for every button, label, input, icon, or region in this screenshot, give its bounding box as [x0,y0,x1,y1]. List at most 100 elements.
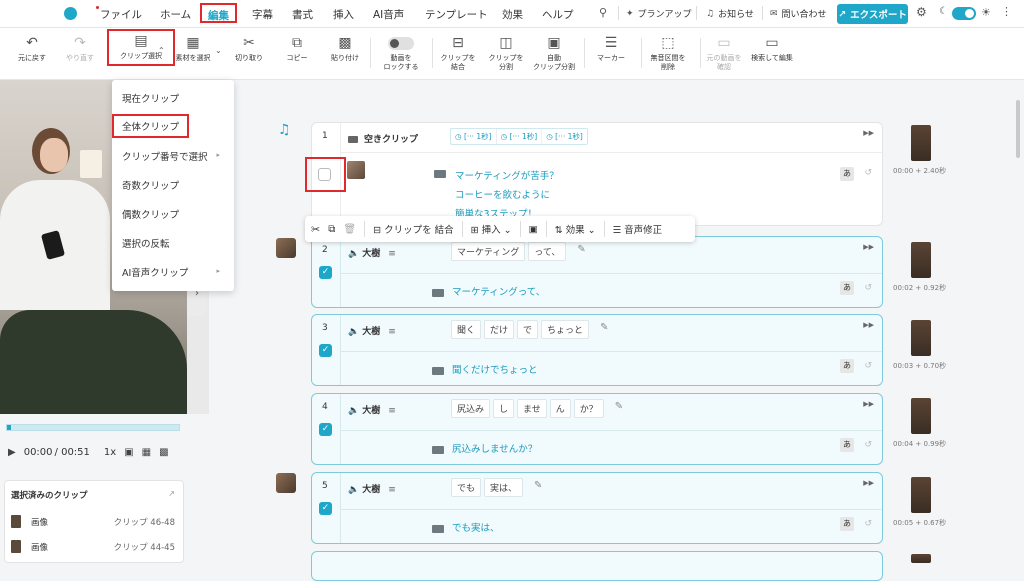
merge-clip-button[interactable]: ⊟ クリップを 結合 [373,222,454,236]
account-icon[interactable] [64,7,77,20]
sync-icon[interactable]: ↺ [864,519,872,529]
word-chip[interactable]: マーケティング [451,242,526,261]
copy-icon[interactable]: ⧉ [328,224,335,235]
clip-card[interactable] [311,551,883,581]
word-chip[interactable]: し [493,399,515,418]
subtitle-line[interactable]: コーヒーを飲むように [455,187,550,201]
text-style-button[interactable]: あ [840,281,854,295]
clip-checkbox[interactable]: ✓ [319,423,332,436]
sync-icon[interactable]: ↺ [864,440,872,450]
play-icon[interactable]: ▶ [8,447,16,458]
clip-card[interactable]: 3 ✓ 🔈 大樹 ≡ 聞く だけ で ちょっと ✎ ▶▶ 聞くだけでちょっと あ ↺ [311,314,883,386]
menu-effect[interactable]: 効果 [502,7,523,22]
speaker-label[interactable]: 🔈 大樹 ≡ [348,482,396,495]
grid-icon[interactable]: ▦ [142,447,151,458]
clip-checkbox[interactable]: ✓ [319,344,332,357]
export-icon[interactable]: ↗ [168,489,175,498]
word-chip[interactable]: か？ [573,399,604,418]
speaker-label[interactable]: 🔈 大樹 ≡ [348,324,396,337]
word-chip[interactable]: 実は、 [484,478,524,497]
word-chip[interactable]: ませ [517,399,547,418]
gear-icon[interactable]: ⚙ [916,5,927,19]
play-to-end-icon[interactable]: ▶▶ [863,400,874,408]
speaker-label[interactable]: 🔈 大樹 ≡ [348,246,396,259]
pencil-icon[interactable]: ✎ [577,242,585,261]
text-style-button[interactable]: あ [840,359,854,373]
subtitle-line[interactable]: 聞くだけでちょっと [432,362,538,376]
sync-icon[interactable]: ↺ [864,283,872,293]
pencil-icon[interactable]: ✎ [534,478,542,497]
lock-video-toggle[interactable]: 動画を ロックする [371,34,431,72]
fit-screen-icon[interactable]: ▣ [124,447,133,458]
word-chip[interactable]: でも [451,478,482,497]
dropdown-all-clips[interactable]: 全体クリップ [112,114,190,138]
speaker-label[interactable]: 🔈 大樹 ≡ [348,403,396,416]
play-to-end-icon[interactable]: ▶▶ [863,321,874,329]
dropdown-invert-selection[interactable]: 選択の反転 [122,236,170,250]
image-search-icon[interactable]: ▣ [529,224,538,235]
menu-help[interactable]: ヘルプ [542,7,574,22]
timeline-scrubber[interactable] [6,424,180,431]
dropdown-even-clips[interactable]: 偶数クリップ [122,207,179,221]
duration-chip[interactable]: ◷ [··· 1秒] [495,129,542,144]
menu-insert[interactable]: 挿入 [333,7,354,22]
word-chip[interactable]: 聞く [451,320,482,339]
search-icon[interactable]: ⚲ [599,6,607,19]
clip-card[interactable]: 4 ✓ 🔈 大樹 ≡ 尻込み し ませ ん か？ ✎ ▶▶ 尻込みしませんか？ あ … [311,393,883,465]
music-icon[interactable]: ♫ [278,122,291,138]
play-to-end-icon[interactable]: ▶▶ [863,129,874,137]
plan-up-button[interactable]: ✦ プランアップ [626,7,692,21]
play-to-end-icon[interactable]: ▶▶ [863,243,874,251]
marker-button[interactable]: ☰ マーカー [581,34,641,63]
clip-checkbox[interactable]: ✓ [319,266,332,279]
menu-home[interactable]: ホーム [160,7,191,22]
menu-subtitle[interactable]: 字幕 [252,7,273,22]
text-style-button[interactable]: あ [840,167,854,181]
duration-chip[interactable]: ◷ [··· 1秒] [451,129,496,144]
sync-icon[interactable]: ↺ [864,361,872,371]
clip-checkbox[interactable]: ✓ [319,502,332,515]
menu-ai-voice[interactable]: AI音声 [373,7,404,22]
selected-clip-row[interactable]: 画像 クリップ 46-48 [11,515,179,529]
play-to-end-icon[interactable]: ▶▶ [863,479,874,487]
material-select-button[interactable]: ▦ 素材を選択 [163,34,223,63]
scrollbar[interactable] [1016,100,1020,158]
duration-chip[interactable]: ◷ [··· 1秒] [541,129,587,144]
contact-button[interactable]: ✉ 問い合わせ [770,7,827,21]
menu-edit[interactable]: 編集 [200,3,237,23]
paste-button[interactable]: ▩ 貼り付け [315,34,375,63]
menu-style[interactable]: 書式 [292,7,313,22]
subtitle-line[interactable]: でも実は、 [432,520,500,534]
word-chip[interactable]: だけ [484,320,515,339]
pencil-icon[interactable]: ✎ [615,399,623,418]
sync-icon[interactable]: ↺ [864,168,872,178]
menu-template[interactable]: テンプレート [425,7,488,22]
word-chip[interactable]: ちょっと [541,320,590,339]
redo-button[interactable]: ↷ やり直す [50,34,110,63]
subtitle-line[interactable]: 尻込みしませんか？ [432,441,537,455]
trash-icon[interactable]: 🗑 [343,224,356,235]
word-chip[interactable]: ん [549,399,571,418]
pencil-icon[interactable]: ✎ [600,320,608,339]
effect-button[interactable]: ⇅ 効果 ⌄ [555,222,596,236]
word-chip[interactable]: で [517,320,539,339]
menu-file[interactable]: ファイル [100,7,142,22]
theme-toggle[interactable] [952,7,976,20]
clip-card[interactable]: 5 ✓ 🔈 大樹 ≡ でも 実は、 ✎ ▶▶ でも実は、 あ ↺ [311,472,883,544]
word-chip[interactable]: って、 [528,242,567,261]
caption-icon[interactable]: ▩ [159,447,168,458]
dropdown-ai-voice-clip[interactable]: AI音声クリップ [122,265,188,279]
speed-button[interactable]: 1x [104,447,116,458]
notice-button[interactable]: ♫ お知らせ [706,7,754,21]
dropdown-by-number[interactable]: クリップ番号で選択 [122,149,208,163]
scissors-icon[interactable]: ✂ [311,223,320,236]
more-icon[interactable]: ⋮ [1001,5,1012,18]
empty-clip-card[interactable]: 1 空きクリップ ◷ [··· 1秒] ◷ [··· 1秒] ◷ [··· 1秒… [311,122,883,227]
dropdown-current-clip[interactable]: 現在クリップ [122,91,179,105]
subtitle-line[interactable]: マーケティングって、 [432,284,545,298]
voice-fix-button[interactable]: ☰ 音声修正 [613,222,663,236]
text-style-button[interactable]: あ [840,438,854,452]
export-button[interactable]: ↗ エクスポート [837,4,908,24]
word-chip[interactable]: 尻込み [451,399,491,418]
subtitle-line[interactable]: マーケティングが苦手？ [455,168,559,182]
